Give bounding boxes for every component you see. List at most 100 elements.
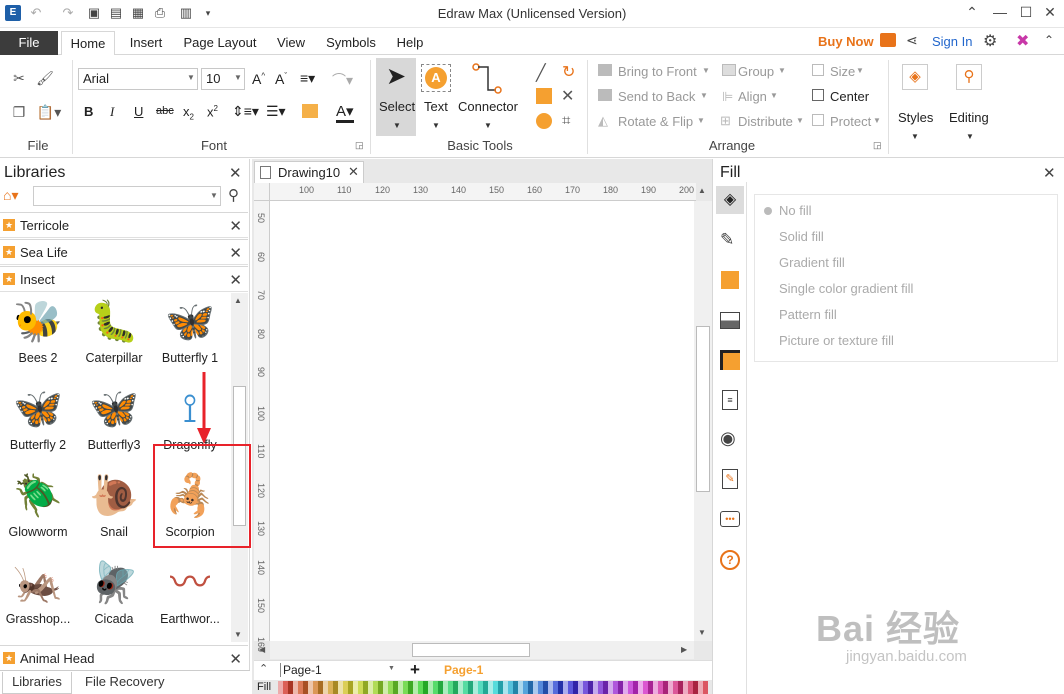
scroll-up-icon[interactable]: ▲ — [234, 296, 242, 305]
library-category-terricole[interactable]: ★ Terricole ✕ — [0, 212, 248, 238]
search-icon[interactable]: ⚲ — [956, 64, 982, 90]
tab-help[interactable]: Help — [390, 31, 430, 55]
size-button[interactable]: Size — [830, 64, 855, 79]
library-shape-caterpillar[interactable]: 🐛 Caterpillar — [76, 292, 152, 379]
fill-option[interactable]: No fill — [779, 203, 812, 218]
line-tool-icon[interactable]: ✎ — [720, 230, 734, 250]
fill-tool-icon[interactable]: ◈ — [716, 186, 744, 214]
tab-file[interactable]: File — [0, 31, 58, 55]
center-button[interactable]: Center — [830, 89, 869, 104]
drawing-canvas[interactable] — [270, 201, 694, 641]
minimize-icon[interactable]: — — [990, 3, 1010, 21]
fill-option[interactable]: Pattern fill — [779, 307, 837, 322]
share-icon[interactable]: ⋖ — [906, 32, 918, 49]
group-button[interactable]: Group — [738, 64, 774, 79]
page-list-chevron-icon[interactable]: ⌃ — [259, 662, 268, 675]
dialog-launcher-icon[interactable]: ◲ — [873, 140, 882, 151]
rotate-flip-button[interactable]: Rotate & Flip — [618, 114, 693, 129]
protect-button[interactable]: Protect — [830, 114, 871, 129]
help-chevron-icon[interactable]: ⌃ — [1044, 33, 1054, 47]
styles-icon[interactable]: ◈ — [902, 64, 928, 90]
arc-icon[interactable]: ↻ — [562, 62, 575, 82]
align-text-icon[interactable]: ≡▾ — [300, 70, 315, 87]
send-to-back-button[interactable]: Send to Back — [618, 89, 695, 104]
document-tool-icon[interactable]: ≡ — [722, 390, 738, 410]
bold-icon[interactable]: B — [84, 104, 93, 119]
close-icon[interactable]: ✕ — [229, 650, 242, 668]
help-icon[interactable]: ? — [720, 550, 740, 570]
add-page-icon[interactable]: + — [410, 660, 420, 680]
cart-icon[interactable] — [880, 33, 896, 47]
fill-option[interactable]: Gradient fill — [779, 255, 845, 270]
libraries-close-icon[interactable]: ✕ — [229, 164, 242, 182]
italic-icon[interactable]: I — [110, 104, 114, 120]
shrink-font-icon[interactable]: Aˇ — [275, 71, 287, 87]
image-tool-icon[interactable] — [720, 312, 740, 329]
format-painter-icon[interactable]: ✂ — [10, 70, 28, 86]
bring-to-front-button[interactable]: Bring to Front — [618, 64, 697, 79]
superscript-icon[interactable]: x2 — [207, 104, 218, 119]
library-shape-cicada[interactable]: 🪰 Cicada — [76, 553, 152, 640]
globe-icon[interactable]: ◉ — [720, 428, 736, 449]
canvas-vscroll-thumb[interactable] — [696, 326, 710, 492]
close-icon[interactable]: ✕ — [229, 271, 242, 289]
tab-insert[interactable]: Insert — [121, 31, 171, 55]
tab-home[interactable]: Home — [61, 31, 115, 56]
color-swatch[interactable] — [703, 681, 708, 694]
highlight-icon[interactable] — [302, 104, 318, 118]
text-tool-label[interactable]: Text — [424, 99, 448, 114]
fill-option[interactable]: Solid fill — [779, 229, 824, 244]
scroll-up-icon[interactable]: ▲ — [698, 186, 706, 195]
close-icon[interactable]: ✕ — [1040, 3, 1060, 21]
close-icon[interactable]: ✕ — [348, 164, 359, 180]
library-shape-butterfly-1[interactable]: 🦋 Butterfly 1 — [152, 292, 228, 379]
strikethrough-icon[interactable]: abc — [156, 105, 174, 117]
align-button[interactable]: Align — [738, 89, 767, 104]
ellipse-icon[interactable] — [536, 113, 552, 129]
ribbon-toggle-icon[interactable]: ⌃ — [962, 3, 982, 21]
library-search-input[interactable] — [33, 186, 221, 206]
canvas-hscroll-thumb[interactable] — [412, 643, 530, 657]
apps-icon[interactable]: ✖ — [1016, 31, 1029, 51]
crop-icon[interactable]: ⌗ — [562, 112, 570, 129]
line-spacing-icon[interactable]: ⇕≡▾ — [232, 103, 259, 120]
fill-option[interactable]: Single color gradient fill — [779, 281, 913, 296]
copy-icon[interactable]: ❐ — [10, 104, 28, 120]
line-icon[interactable]: ╱ — [536, 63, 546, 83]
library-shape-snail[interactable]: 🐌 Snail — [76, 466, 152, 553]
tab-view[interactable]: View — [270, 31, 312, 55]
rectangle-icon[interactable] — [536, 88, 552, 104]
library-shape-grasshop[interactable]: 🦗 Grasshop... — [0, 553, 76, 640]
library-shape-glowworm[interactable]: 🪲 Glowworm — [0, 466, 76, 553]
page-tab[interactable]: Page-1 — [444, 663, 483, 677]
cross-icon[interactable]: ✕ — [561, 86, 574, 106]
close-icon[interactable]: ✕ — [229, 217, 242, 235]
scroll-right-icon[interactable]: ▶ — [681, 645, 687, 654]
shadow-tool-icon[interactable] — [721, 271, 739, 289]
library-shape-bees-2[interactable]: 🐝 Bees 2 — [0, 292, 76, 379]
font-color-icon[interactable]: A▾ — [336, 102, 354, 123]
connector-icon[interactable] — [470, 62, 502, 96]
styles-button[interactable]: Styles — [898, 110, 933, 125]
library-shape-butterfly3[interactable]: 🦋 Butterfly3 — [76, 379, 152, 466]
library-category-insect[interactable]: ★ Insect ✕ — [0, 266, 248, 292]
editing-button[interactable]: Editing — [949, 110, 989, 125]
tab-libraries[interactable]: Libraries — [2, 672, 72, 694]
dialog-launcher-icon[interactable]: ◲ — [355, 140, 364, 151]
paste-icon[interactable]: 📋▾ — [36, 104, 62, 120]
fill-option[interactable]: Picture or texture fill — [779, 333, 894, 348]
connector-label[interactable]: Connector — [458, 99, 518, 114]
comment-icon[interactable]: ••• — [720, 511, 740, 527]
sign-in-link[interactable]: Sign In — [932, 34, 972, 49]
distribute-button[interactable]: Distribute — [738, 114, 793, 129]
text-path-icon[interactable]: ⌒▾ — [332, 70, 353, 90]
settings-icon[interactable]: ⚙ — [983, 31, 997, 51]
brush-icon[interactable]: 🖌 — [36, 70, 54, 86]
library-shape-butterfly-2[interactable]: 🦋 Butterfly 2 — [0, 379, 76, 466]
maximize-icon[interactable]: ☐ — [1016, 3, 1036, 21]
library-category-sea-life[interactable]: ★ Sea Life ✕ — [0, 239, 248, 265]
tab-file-recovery[interactable]: File Recovery — [85, 674, 164, 689]
text-tool-icon[interactable]: A — [421, 64, 451, 92]
fill-panel-close-icon[interactable]: ✕ — [1043, 164, 1056, 182]
tab-page-layout[interactable]: Page Layout — [178, 31, 262, 55]
